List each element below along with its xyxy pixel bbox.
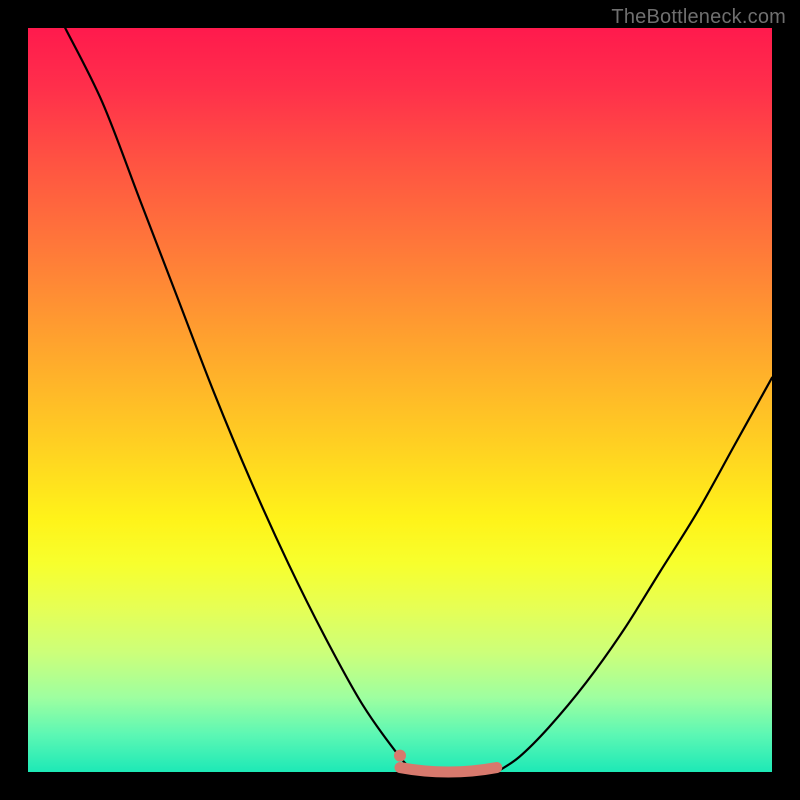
valley-band [400, 768, 497, 772]
chart-frame: TheBottleneck.com [0, 0, 800, 800]
left-curve [65, 28, 415, 772]
curve-layer [28, 28, 772, 772]
plot-area [28, 28, 772, 772]
valley-dot [394, 750, 406, 762]
right-curve [497, 378, 772, 772]
watermark-text: TheBottleneck.com [611, 6, 786, 29]
